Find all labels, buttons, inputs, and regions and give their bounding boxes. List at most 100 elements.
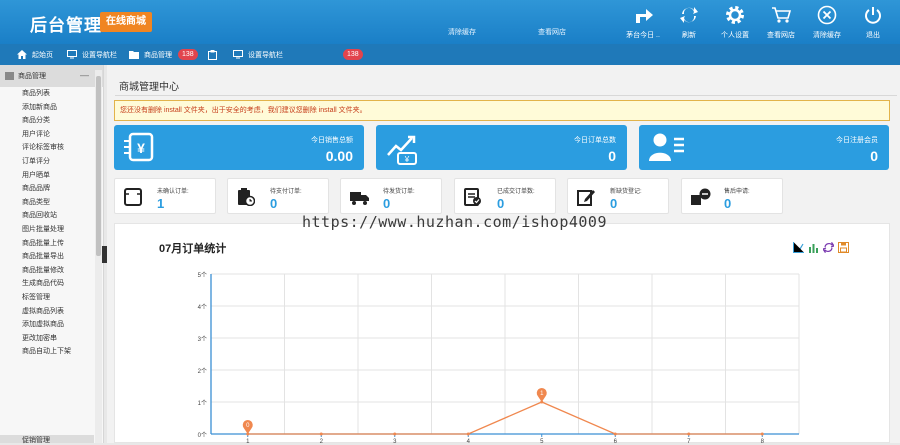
x-tick-label: 4 xyxy=(467,439,471,444)
clear-cache-link[interactable]: 清除缓存 xyxy=(448,27,476,37)
svg-text:¥: ¥ xyxy=(404,155,410,164)
sidebar-item[interactable]: 添加新商品 xyxy=(0,101,103,115)
mini-card-completed[interactable]: 已成交订单数: 0 xyxy=(454,178,556,214)
sidebar-item[interactable]: 商品列表 xyxy=(0,87,103,101)
data-point xyxy=(320,433,323,436)
mini-card-aftersale[interactable]: 售后申请: 0 xyxy=(681,178,783,214)
sidebar-item[interactable]: 图片批量处理 xyxy=(0,223,103,237)
header-settings-button[interactable]: 个人设置 xyxy=(712,4,758,40)
sidebar-group-label: 商品管理 xyxy=(18,71,46,81)
gear-icon xyxy=(712,4,758,26)
tab-settings-nav-2[interactable]: 设置导航栏 xyxy=(233,44,283,65)
tab-product-manage[interactable]: 商品管理 xyxy=(129,44,172,65)
sidebar-item[interactable]: 商品回收站 xyxy=(0,209,103,223)
tab-home[interactable]: 起始页 xyxy=(17,44,53,65)
stat-members-value: 0 xyxy=(870,148,878,164)
sidebar-item[interactable]: 商品批量导出 xyxy=(0,250,103,264)
document-check-icon xyxy=(464,188,482,211)
header-refresh-button[interactable]: 刷新 xyxy=(666,4,712,40)
monitor-icon xyxy=(67,50,77,59)
sidebar-item[interactable]: 商品品牌 xyxy=(0,182,103,196)
edit-icon xyxy=(577,188,595,211)
tab-settings-nav[interactable]: 设置导航栏 xyxy=(67,44,117,65)
mini-card-unshipped[interactable]: 待发货订单: 0 xyxy=(340,178,442,214)
sidebar-item[interactable]: 添加虚拟商品 xyxy=(0,318,103,332)
home-icon xyxy=(17,50,27,59)
data-point xyxy=(761,433,764,436)
back-label: 茅台今日 .. xyxy=(620,30,666,40)
back-icon xyxy=(620,4,666,26)
data-point xyxy=(393,433,396,436)
power-icon xyxy=(850,4,896,26)
mini-label: 待支付订单: xyxy=(270,186,302,195)
stat-card-sales[interactable]: ¥ 今日销售总额 0.00 xyxy=(114,125,364,170)
tab-product-manage-label: 商品管理 xyxy=(144,50,172,60)
mini-value: 0 xyxy=(610,196,617,211)
y-tick-label: 2个 xyxy=(198,368,207,375)
collapse-icon[interactable]: — xyxy=(80,70,89,80)
header-clear-button[interactable]: 清除缓存 xyxy=(804,4,850,40)
stat-card-members[interactable]: 今日注册会员 0 xyxy=(639,125,889,170)
sidebar-item[interactable]: 用户晒单 xyxy=(0,169,103,183)
sidebar-item[interactable]: 商品类型 xyxy=(0,196,103,210)
close-icon xyxy=(804,4,850,26)
x-tick-label: 8 xyxy=(761,439,765,444)
money-icon: ¥ xyxy=(124,131,156,168)
sidebar-item[interactable]: 生成商品代码 xyxy=(0,277,103,291)
x-tick-label: 1 xyxy=(246,439,250,444)
tab-bar: 起始页 设置导航栏 商品管理 138 设置导航栏 138 xyxy=(0,44,900,65)
refresh-label: 刷新 xyxy=(666,30,712,40)
mini-card-unconfirmed[interactable]: 未确认订单: 1 xyxy=(114,178,216,214)
data-point xyxy=(614,433,617,436)
y-tick-label: 5个 xyxy=(198,272,207,279)
header-cart-button[interactable]: 查看网店 xyxy=(758,4,804,40)
tab-count-badge: 138 xyxy=(178,49,198,60)
mini-label: 新缺货登记: xyxy=(610,186,642,195)
header-back-button[interactable]: 茅台今日 .. xyxy=(620,4,666,40)
tab-clipboard[interactable] xyxy=(208,44,222,65)
sidebar-item[interactable]: 商品批量修改 xyxy=(0,264,103,278)
sidebar-item[interactable]: 标签管理 xyxy=(0,291,103,305)
monitor-icon xyxy=(233,50,243,59)
mini-card-stockout[interactable]: 新缺货登记: 0 xyxy=(567,178,669,214)
y-tick-label: 0个 xyxy=(198,432,207,439)
app-logo: 后台管理 xyxy=(30,11,102,36)
sidebar-item[interactable]: 订单评分 xyxy=(0,155,103,169)
sidebar-items: 商品列表添加新商品商品分类用户评论评论标签审核订单评分用户晒单商品品牌商品类型商… xyxy=(0,87,103,359)
sidebar-item[interactable]: 虚拟商品列表 xyxy=(0,305,103,319)
sidebar-item[interactable]: 商品分类 xyxy=(0,114,103,128)
mini-label: 待发货订单: xyxy=(383,186,415,195)
sidebar-item[interactable]: 商品自动上下架 xyxy=(0,345,103,359)
sidebar-item[interactable]: 商品批量上传 xyxy=(0,237,103,251)
y-tick-label: 1个 xyxy=(198,400,207,407)
box-icon xyxy=(5,72,14,80)
sidebar-item[interactable]: 评论标签审核 xyxy=(0,141,103,155)
x-tick-label: 3 xyxy=(393,439,397,444)
online-shop-button[interactable]: 在线商城 xyxy=(100,12,152,32)
mini-label: 未确认订单: xyxy=(157,186,189,195)
page-title: 商城管理中心 xyxy=(119,78,179,93)
clear-label: 清除缓存 xyxy=(804,30,850,40)
header-logout-button[interactable]: 退出 xyxy=(850,4,896,40)
data-point xyxy=(467,433,470,436)
sidebar-group-promotion[interactable]: 促销管理 xyxy=(0,435,94,443)
watermark-text: https://www.huzhan.com/ishop4009 xyxy=(302,213,607,231)
mini-value: 0 xyxy=(497,196,504,211)
y-tick-label: 4个 xyxy=(198,304,207,311)
folder-icon xyxy=(129,50,139,59)
cart-label: 查看网店 xyxy=(758,30,804,40)
x-tick-label: 5 xyxy=(540,439,544,444)
stat-orders-value: 0 xyxy=(608,148,616,164)
sidebar-item[interactable]: 用户评论 xyxy=(0,128,103,142)
refresh-icon xyxy=(666,4,712,26)
truck-icon xyxy=(350,188,370,211)
sidebar-group-product-manage[interactable]: 商品管理 — xyxy=(0,65,103,87)
mini-card-unpaid[interactable]: 待支付订单: 0 xyxy=(227,178,329,214)
sidebar-item[interactable]: 更改加密串 xyxy=(0,332,103,346)
view-shop-link[interactable]: 查看网店 xyxy=(538,27,566,37)
mini-value: 1 xyxy=(157,196,164,211)
stat-card-orders[interactable]: ¥ 今日订单总数 0 xyxy=(376,125,627,170)
clipboard-icon xyxy=(208,50,217,60)
sidebar-scrollbar-thumb[interactable] xyxy=(96,76,101,256)
install-warning: 您还没有删除 install 文件夹，出于安全的考虑，我们建议您删除 insta… xyxy=(114,100,890,121)
